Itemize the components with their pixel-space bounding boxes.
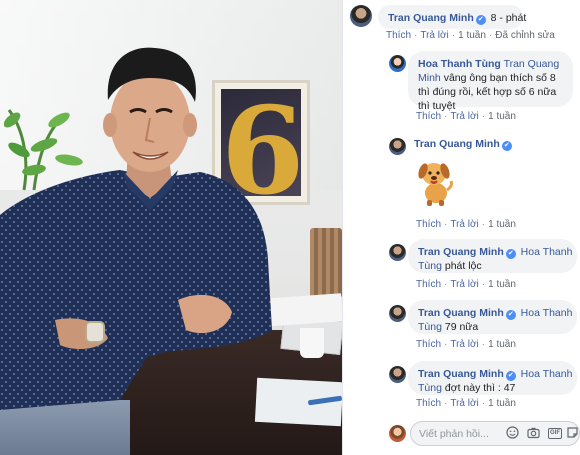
avatar[interactable] xyxy=(350,5,372,27)
comment-author[interactable]: Tran Quang Minh xyxy=(418,307,504,319)
camera-icon[interactable] xyxy=(526,426,541,441)
comment-header: Tran Quang Minh ✔ xyxy=(414,138,514,151)
comment-text: 8 - phát xyxy=(490,12,527,24)
comment-bubble: Tran Quang Minh ✔ Hoa Thanh Tùng phát lộc xyxy=(408,239,577,273)
current-user-avatar xyxy=(389,425,406,442)
comment-author[interactable]: Tran Quang Minh xyxy=(418,246,504,258)
comment-time[interactable]: 1 tuần xyxy=(488,219,516,230)
comment-time[interactable]: 1 tuần xyxy=(458,30,486,41)
reply-input[interactable]: Viết phản hồi... GIF xyxy=(410,421,580,446)
comment-time[interactable]: 1 tuần xyxy=(488,279,516,290)
comment-actions: Thích · Trả lời · 1 tuần xyxy=(416,339,516,350)
tagged-user[interactable]: Hoa Thanh xyxy=(521,368,573,380)
emoji-icon[interactable] xyxy=(505,426,520,441)
verified-badge-icon: ✔ xyxy=(475,15,486,25)
comment-time[interactable]: 1 tuần xyxy=(488,339,516,350)
comment-actions: Thích · Trả lời · 1 tuần xyxy=(416,219,516,230)
reply-button[interactable]: Trả lời xyxy=(450,398,478,409)
comment-author[interactable]: Tran Quang Minh xyxy=(414,138,500,150)
comment-actions: Thích · Trả lời · 1 tuần · Đã chỉnh sửa xyxy=(386,30,555,41)
reply-button[interactable]: Trả lời xyxy=(450,111,478,122)
tagged-user[interactable]: Hoa Thanh xyxy=(521,246,573,258)
verified-badge-icon: ✔ xyxy=(505,310,516,320)
avatar[interactable] xyxy=(389,366,406,383)
tagged-user-cont[interactable]: Tùng xyxy=(418,260,442,272)
tagged-user-cont[interactable]: Tùng xyxy=(418,382,442,394)
comment-author[interactable]: Tran Quang Minh xyxy=(388,12,474,24)
reply-button[interactable]: Trả lời xyxy=(450,219,478,230)
comment-author[interactable]: Hoa Thanh Tùng xyxy=(418,58,501,70)
like-button[interactable]: Thích xyxy=(416,339,441,350)
like-button[interactable]: Thích xyxy=(416,398,441,409)
post-photo[interactable]: 6 xyxy=(0,0,342,455)
comment-author[interactable]: Tran Quang Minh xyxy=(418,368,504,380)
comment-time[interactable]: 1 tuần xyxy=(488,398,516,409)
verified-badge-icon: ✔ xyxy=(505,249,516,259)
like-button[interactable]: Thích xyxy=(416,219,441,230)
comment-actions: Thích · Trả lời · 1 tuần xyxy=(416,279,516,290)
tagged-user-cont[interactable]: Tùng xyxy=(418,321,442,333)
verified-badge-icon: ✔ xyxy=(505,371,516,381)
like-button[interactable]: Thích xyxy=(386,30,411,41)
comment-bubble: Tran Quang Minh ✔ 8 - phát xyxy=(378,5,526,29)
man-portrait xyxy=(0,47,272,410)
avatar[interactable] xyxy=(389,55,406,72)
comment-actions: Thích · Trả lời · 1 tuần xyxy=(416,111,516,122)
comment-bubble: Tran Quang Minh ✔ Hoa Thanh Tùng 79 nữa xyxy=(408,300,577,334)
gif-icon[interactable]: GIF xyxy=(548,428,562,439)
comment-bubble: Hoa Thanh Tùng Tran Quang Minh vâng ông … xyxy=(408,51,573,112)
avatar[interactable] xyxy=(389,305,406,322)
like-button[interactable]: Thích xyxy=(416,111,441,122)
reply-button[interactable]: Trả lời xyxy=(420,30,448,41)
avatar[interactable] xyxy=(389,244,406,261)
comment-actions: Thích · Trả lời · 1 tuần xyxy=(416,398,516,409)
like-button[interactable]: Thích xyxy=(416,279,441,290)
reply-placeholder: Viết phản hồi... xyxy=(419,428,489,440)
avatar[interactable] xyxy=(389,138,406,155)
comment-text: đợt này thì : 47 xyxy=(444,382,516,394)
verified-badge-icon: ✔ xyxy=(501,141,512,151)
reply-button[interactable]: Trả lời xyxy=(450,279,478,290)
tagged-user[interactable]: Hoa Thanh xyxy=(521,307,573,319)
comment-text: 79 nữa xyxy=(444,321,479,333)
reply-button[interactable]: Trả lời xyxy=(450,339,478,350)
sticker-icon[interactable] xyxy=(565,426,580,441)
edited-label[interactable]: Đã chỉnh sửa xyxy=(495,30,555,41)
comment-time[interactable]: 1 tuần xyxy=(488,111,516,122)
dog-sticker[interactable] xyxy=(416,157,454,207)
comment-bubble: Tran Quang Minh ✔ Hoa Thanh Tùng đợt này … xyxy=(408,361,577,395)
comment-text: phát lộc xyxy=(444,260,482,272)
